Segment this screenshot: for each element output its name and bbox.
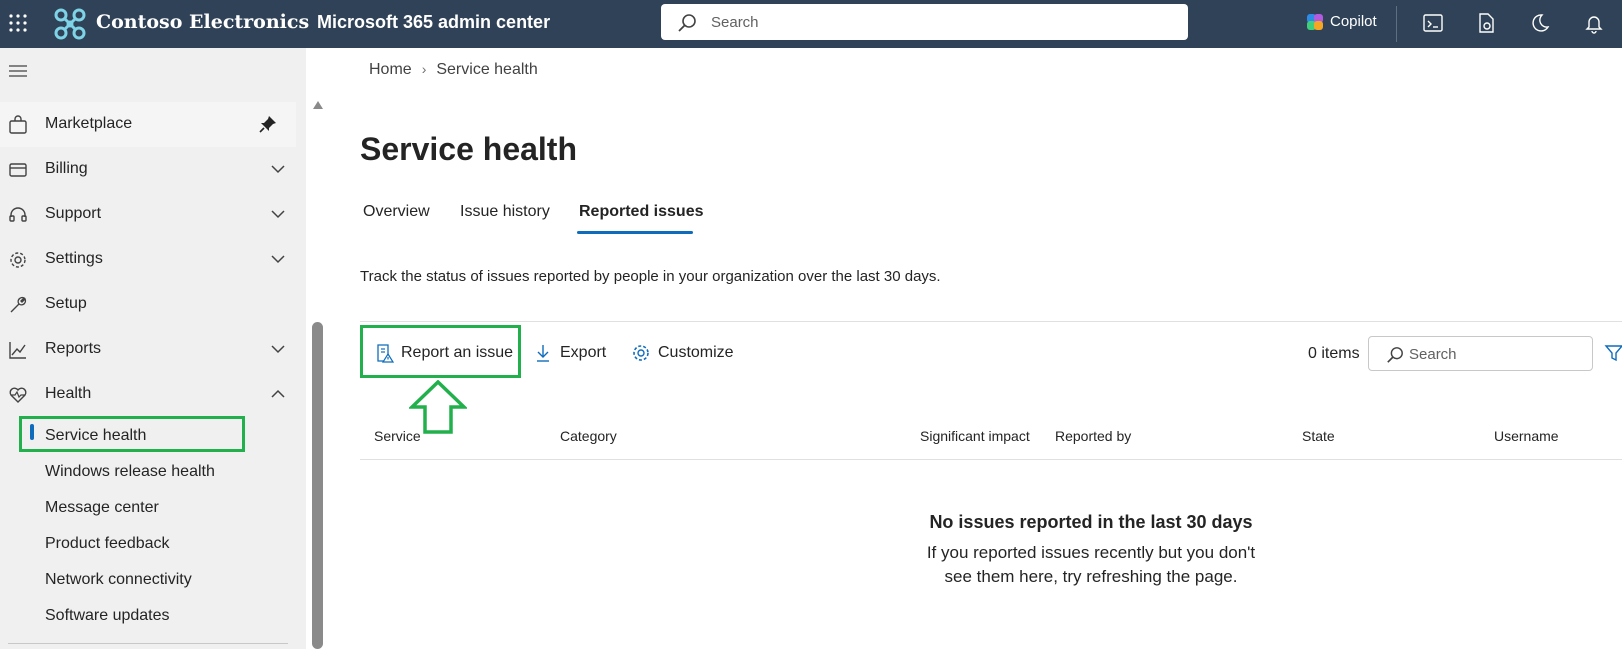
tab-issue-history[interactable]: Issue history [460, 203, 550, 221]
copilot-label: Copilot [1330, 13, 1377, 30]
chevron-down-icon [271, 165, 285, 174]
up-arrow-annotation-icon [409, 380, 467, 434]
sidebar-item-label: Support [45, 205, 102, 222]
sidebar-scrollbar-thumb[interactable] [312, 322, 323, 649]
notifications-bell-icon[interactable] [1583, 12, 1605, 34]
chevron-down-icon [271, 255, 285, 264]
sidebar-item-setup[interactable]: Setup [0, 282, 296, 327]
sidebar-item-windows-release-health[interactable]: Windows release health [45, 463, 215, 481]
copilot-icon [1307, 14, 1323, 30]
items-count: 0 items [1308, 345, 1360, 362]
tab-reported-issues[interactable]: Reported issues [579, 203, 703, 221]
document-settings-icon[interactable] [1475, 12, 1497, 34]
gear-icon [633, 345, 649, 361]
sidebar-item-message-center[interactable]: Message center [45, 499, 159, 517]
tab-overview[interactable]: Overview [363, 203, 430, 221]
wrench-icon [10, 296, 27, 313]
sidebar-item-support[interactable]: Support [0, 192, 296, 237]
brand-name[interactable]: Contoso Electronics [96, 11, 309, 33]
chevron-down-icon [271, 210, 285, 219]
highlight-box-report-issue [360, 325, 521, 378]
gear-icon [10, 252, 26, 268]
page-title: Service health [360, 131, 577, 167]
chevron-down-icon [271, 345, 285, 354]
chart-line-icon [9, 342, 26, 359]
table-header-divider [360, 459, 1622, 460]
sidebar-item-reports[interactable]: Reports [0, 327, 296, 372]
billing-icon [9, 163, 27, 177]
empty-state-message: If you reported issues recently but you … [926, 543, 1256, 586]
contoso-logo-icon [54, 8, 86, 40]
sidebar-item-label: Marketplace [45, 115, 133, 132]
search-icon [678, 14, 696, 32]
customize-label: Customize [658, 344, 734, 361]
sidebar-item-label: Health [45, 385, 92, 402]
terminal-icon[interactable] [1422, 12, 1444, 34]
hamburger-menu-icon[interactable] [8, 64, 28, 78]
scroll-up-arrow-icon[interactable] [312, 100, 324, 110]
sidebar-item-label: Setup [45, 295, 87, 312]
chevron-up-icon [271, 389, 285, 398]
sidebar-item-label: Reports [45, 340, 102, 357]
heart-pulse-icon [9, 387, 27, 403]
search-icon [1387, 347, 1403, 363]
column-header-category[interactable]: Category [560, 428, 617, 444]
topbar-divider [1396, 6, 1397, 42]
download-icon [537, 345, 549, 362]
global-search-placeholder: Search [711, 14, 759, 31]
table-search-placeholder: Search [1409, 346, 1457, 363]
column-header-username[interactable]: Username [1494, 428, 1559, 444]
breadcrumb: Home › Service health [369, 61, 538, 79]
sidebar-item-health[interactable]: Health [0, 372, 296, 417]
command-bar-divider [360, 321, 1622, 322]
highlight-box-service-health [19, 416, 245, 452]
dark-mode-icon[interactable] [1529, 12, 1551, 34]
empty-state-title: No issues reported in the last 30 days [929, 512, 1253, 532]
app-title[interactable]: Microsoft 365 admin center [317, 12, 550, 33]
shopping-bag-icon [9, 115, 27, 134]
sidebar-item-product-feedback[interactable]: Product feedback [45, 535, 170, 553]
pin-icon[interactable] [258, 114, 278, 134]
headset-icon [9, 207, 27, 222]
filter-icon[interactable] [1604, 343, 1622, 363]
sidebar-item-marketplace[interactable]: Marketplace [0, 102, 296, 147]
column-header-service[interactable]: Service [374, 428, 421, 444]
sidebar-item-network-connectivity[interactable]: Network connectivity [45, 571, 192, 589]
sidebar-item-label: Billing [45, 160, 88, 177]
sidebar-item-software-updates[interactable]: Software updates [45, 607, 170, 625]
page-description: Track the status of issues reported by p… [360, 268, 941, 285]
column-header-significant-impact[interactable]: Significant impact [920, 428, 1030, 444]
sidebar-divider [8, 643, 288, 644]
breadcrumb-home[interactable]: Home [369, 61, 412, 78]
top-bar: Contoso Electronics Microsoft 365 admin … [0, 0, 1622, 48]
table-search-input[interactable]: Search [1368, 336, 1593, 371]
selected-tab-indicator [577, 231, 693, 234]
sidebar-item-settings[interactable]: Settings [0, 237, 296, 282]
global-search-input[interactable]: Search [661, 4, 1188, 40]
app-launcher-icon[interactable] [8, 13, 28, 33]
sidebar-item-billing[interactable]: Billing [0, 147, 296, 192]
sidebar-item-label: Settings [45, 250, 103, 267]
chevron-right-icon: › [421, 61, 427, 77]
breadcrumb-current: Service health [436, 61, 538, 78]
export-label: Export [560, 344, 607, 361]
column-header-reported-by[interactable]: Reported by [1055, 428, 1131, 444]
column-header-state[interactable]: State [1302, 428, 1335, 444]
